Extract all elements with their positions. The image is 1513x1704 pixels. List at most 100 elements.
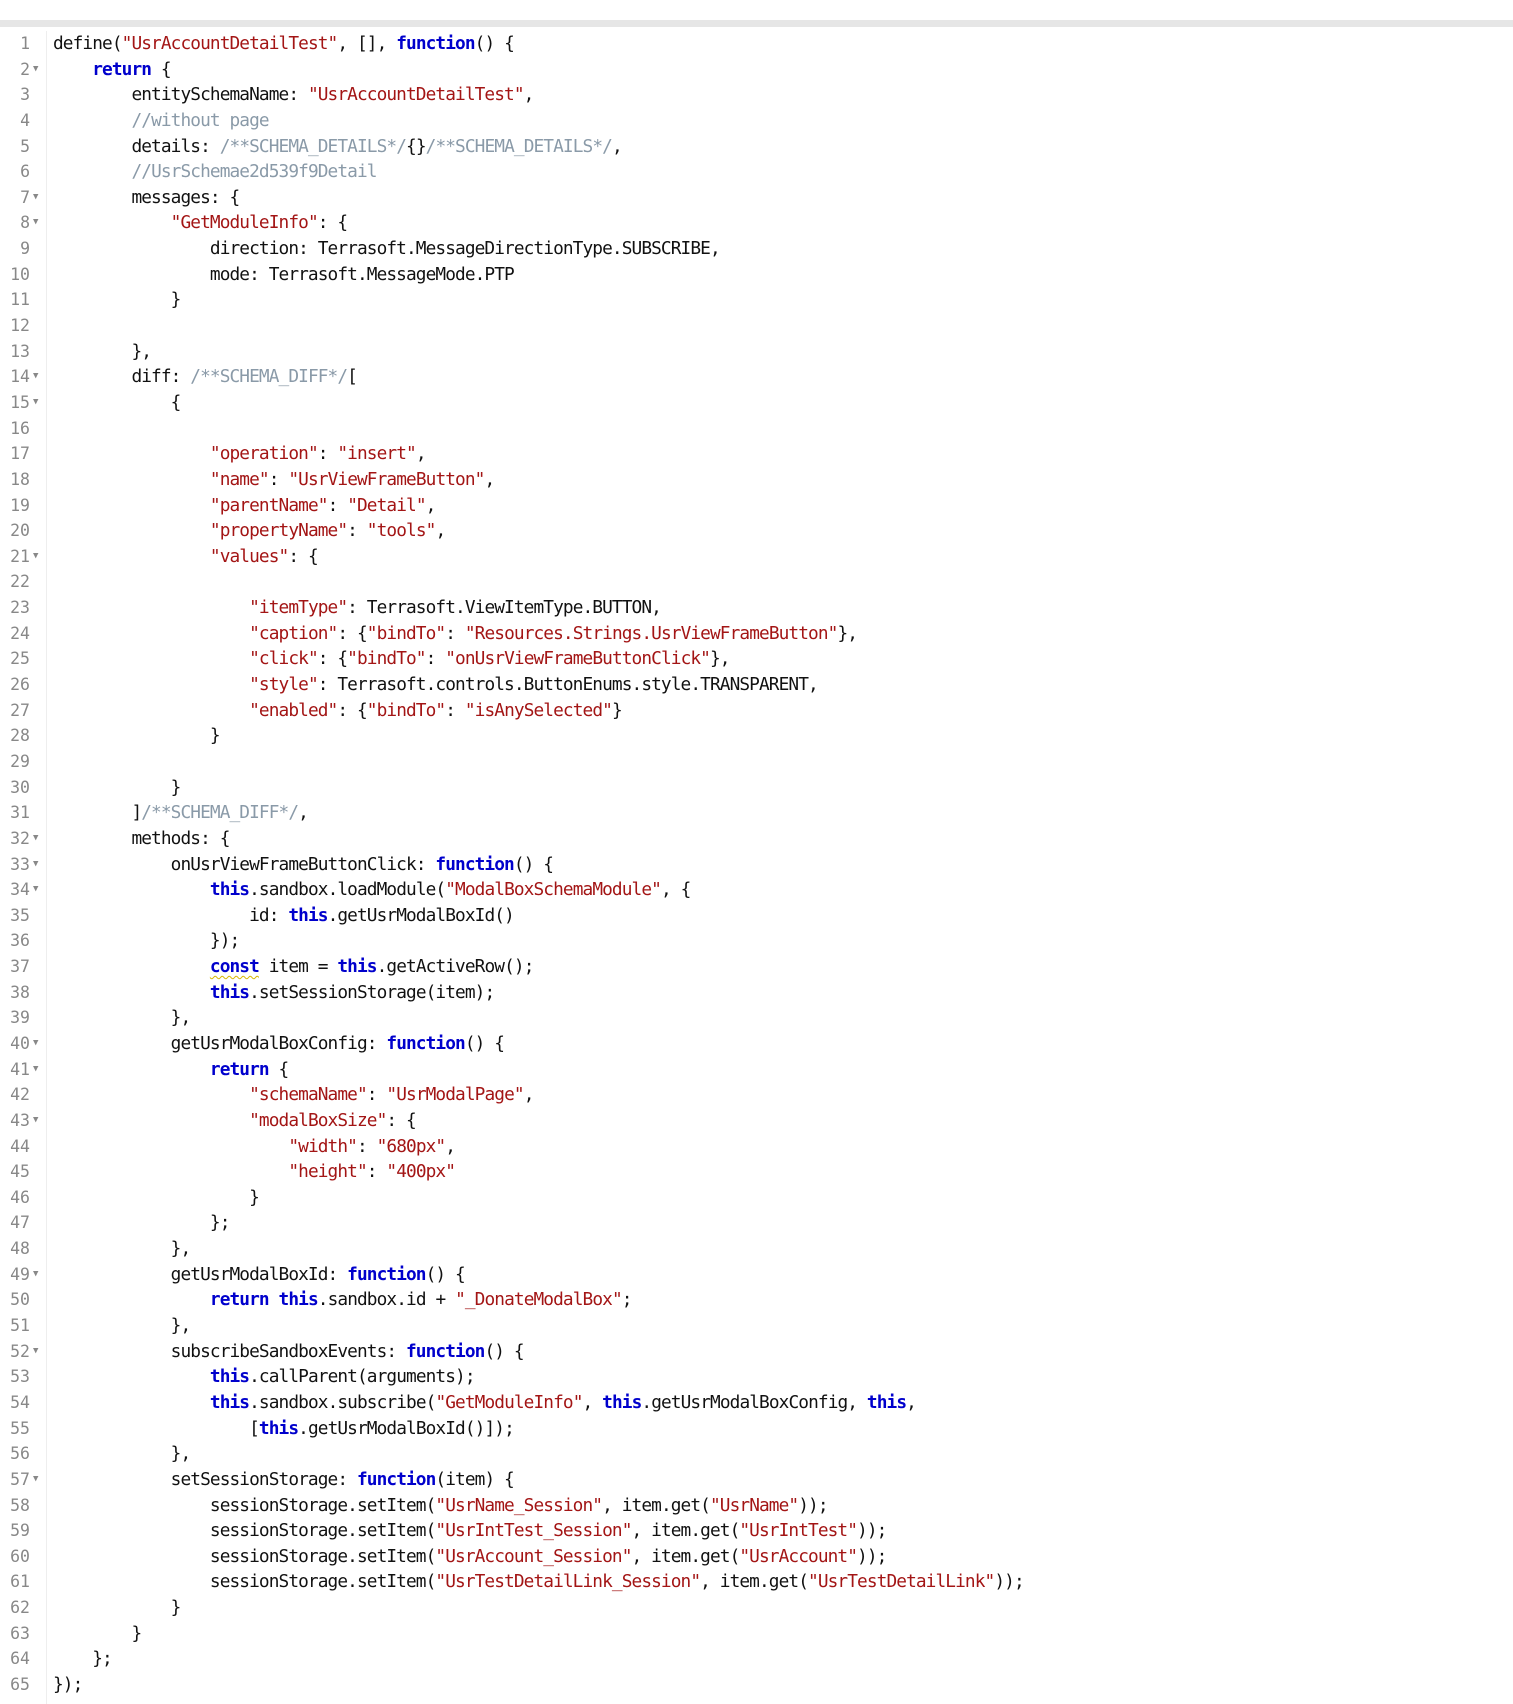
code-text: }, (53, 1443, 192, 1465)
code-line[interactable]: 53 this.callParent(arguments); (0, 1364, 1513, 1390)
code-line[interactable]: 46 } (0, 1185, 1513, 1211)
code-line[interactable]: 60 sessionStorage.setItem("UsrAccount_Se… (0, 1544, 1513, 1570)
code-line[interactable]: 22 (0, 569, 1513, 595)
code-line[interactable]: 29 (0, 749, 1513, 775)
code-line[interactable]: 43 ▼ "modalBoxSize": { (0, 1108, 1513, 1134)
code-line[interactable]: 40 ▼ getUsrModalBoxConfig: function() { (0, 1031, 1513, 1057)
code-content: ]/**SCHEMA_DIFF*/, (53, 800, 308, 826)
code-line[interactable]: 52 ▼ subscribeSandboxEvents: function() { (0, 1339, 1513, 1365)
code-line[interactable]: 64 }; (0, 1646, 1513, 1672)
string-token: "style" (249, 674, 319, 696)
code-line[interactable]: 44 "width": "680px", (0, 1134, 1513, 1160)
code-line[interactable]: 36 }); (0, 928, 1513, 954)
fold-arrow-icon[interactable]: ▼ (33, 390, 43, 416)
code-line[interactable]: 47 }; (0, 1210, 1513, 1236)
code-content: setSessionStorage: function(item) { (53, 1467, 515, 1493)
code-line[interactable]: 3 entitySchemaName: "UsrAccountDetailTes… (0, 82, 1513, 108)
string-token: "400px" (386, 1161, 456, 1183)
code-line[interactable]: 34 ▼ this.sandbox.loadModule("ModalBoxSch… (0, 877, 1513, 903)
code-line[interactable]: 62 } (0, 1595, 1513, 1621)
code-line[interactable]: 56 }, (0, 1441, 1513, 1467)
code-text: , { (660, 879, 691, 901)
fold-arrow-icon[interactable]: ▼ (33, 1467, 43, 1493)
code-line[interactable]: 6 //UsrSchemae2d539f9Detail (0, 159, 1513, 185)
code-line[interactable]: 45 "height": "400px" (0, 1159, 1513, 1185)
code-line[interactable]: 50 return this.sandbox.id + "_DonateModa… (0, 1287, 1513, 1313)
code-line[interactable]: 41 ▼ return { (0, 1057, 1513, 1083)
code-line[interactable]: 38 this.setSessionStorage(item); (0, 980, 1513, 1006)
code-line[interactable]: 27 "enabled": {"bindTo": "isAnySelected"… (0, 698, 1513, 724)
code-line[interactable]: 28 } (0, 723, 1513, 749)
code-line[interactable]: 20 "propertyName": "tools", (0, 518, 1513, 544)
code-content: sessionStorage.setItem("UsrIntTest_Sessi… (53, 1518, 888, 1544)
code-line[interactable]: 14 ▼ diff: /**SCHEMA_DIFF*/[ (0, 364, 1513, 390)
fold-arrow-icon[interactable]: ▼ (33, 57, 43, 83)
code-line[interactable]: 49 ▼ getUsrModalBoxId: function() { (0, 1262, 1513, 1288)
code-line[interactable]: 58 sessionStorage.setItem("UsrName_Sessi… (0, 1493, 1513, 1519)
fold-arrow-icon[interactable]: ▼ (33, 1339, 43, 1365)
fold-arrow-icon[interactable]: ▼ (33, 852, 43, 878)
code-line[interactable]: 65}); (0, 1672, 1513, 1698)
code-text: entitySchemaName: (53, 84, 308, 106)
code-line[interactable]: 17 "operation": "insert", (0, 441, 1513, 467)
code-line[interactable]: 5 details: /**SCHEMA_DETAILS*/{}/**SCHEM… (0, 134, 1513, 160)
code-line[interactable]: 19 "parentName": "Detail", (0, 493, 1513, 519)
code-line[interactable]: 21 ▼ "values": { (0, 544, 1513, 570)
code-text: : (347, 520, 367, 542)
code-line[interactable]: 54 this.sandbox.subscribe("GetModuleInfo… (0, 1390, 1513, 1416)
code-line[interactable]: 18 "name": "UsrViewFrameButton", (0, 467, 1513, 493)
fold-arrow-icon[interactable]: ▼ (33, 364, 43, 390)
code-line[interactable]: 25 "click": {"bindTo": "onUsrViewFrameBu… (0, 646, 1513, 672)
line-number: 44 (10, 1136, 30, 1156)
code-line[interactable]: 59 sessionStorage.setItem("UsrIntTest_Se… (0, 1518, 1513, 1544)
code-line[interactable]: 31 ]/**SCHEMA_DIFF*/, (0, 800, 1513, 826)
fold-arrow-icon[interactable]: ▼ (33, 826, 43, 852)
code-line[interactable]: 15 ▼ { (0, 390, 1513, 416)
code-line[interactable]: 24 "caption": {"bindTo": "Resources.Stri… (0, 621, 1513, 647)
code-line[interactable]: 48 }, (0, 1236, 1513, 1262)
code-line[interactable]: 2 ▼ return { (0, 57, 1513, 83)
code-line[interactable]: 51 }, (0, 1313, 1513, 1339)
code-line[interactable]: 9 direction: Terrasoft.MessageDirectionT… (0, 236, 1513, 262)
fold-arrow-icon[interactable]: ▼ (33, 210, 43, 236)
code-line[interactable]: 35 id: this.getUsrModalBoxId() (0, 903, 1513, 929)
fold-arrow-icon[interactable]: ▼ (33, 1057, 43, 1083)
code-line[interactable]: 4 //without page (0, 108, 1513, 134)
code-line[interactable]: 8 ▼ "GetModuleInfo": { (0, 210, 1513, 236)
code-line[interactable]: 55 [this.getUsrModalBoxId()]); (0, 1416, 1513, 1442)
code-line[interactable]: 37 const item = this.getActiveRow(); (0, 954, 1513, 980)
fold-arrow-icon[interactable]: ▼ (33, 1031, 43, 1057)
code-line[interactable]: 61 sessionStorage.setItem("UsrTestDetail… (0, 1569, 1513, 1595)
code-editor[interactable]: 1 define("UsrAccountDetailTest", [], func… (0, 31, 1513, 1698)
line-number: 24 (10, 623, 30, 643)
code-line[interactable]: 39 }, (0, 1005, 1513, 1031)
fold-arrow-icon[interactable]: ▼ (33, 1262, 43, 1288)
fold-arrow-icon[interactable]: ▼ (33, 877, 43, 903)
code-line[interactable]: 32 ▼ methods: { (0, 826, 1513, 852)
code-line[interactable]: 1 define("UsrAccountDetailTest", [], func… (0, 31, 1513, 57)
code-line[interactable]: 10 mode: Terrasoft.MessageMode.PTP (0, 262, 1513, 288)
code-line[interactable]: 42 "schemaName": "UsrModalPage", (0, 1082, 1513, 1108)
code-line[interactable]: 33 ▼ onUsrViewFrameButtonClick: function(… (0, 852, 1513, 878)
fold-arrow-icon[interactable]: ▼ (33, 185, 43, 211)
code-line[interactable]: 30 } (0, 775, 1513, 801)
code-line[interactable]: 7 ▼ messages: { (0, 185, 1513, 211)
line-number: 20 (10, 521, 30, 541)
code-line[interactable]: 11 } (0, 287, 1513, 313)
code-line[interactable]: 12 (0, 313, 1513, 339)
code-line[interactable]: 26 "style": Terrasoft.controls.ButtonEnu… (0, 672, 1513, 698)
code-content: }, (53, 1005, 192, 1031)
string-token: "enabled" (249, 699, 338, 721)
fold-arrow-icon[interactable]: ▼ (33, 544, 43, 570)
code-content: direction: Terrasoft.MessageDirectionTyp… (53, 236, 721, 262)
code-line[interactable]: 23 "itemType": Terrasoft.ViewItemType.BU… (0, 595, 1513, 621)
keyword-token: function (386, 1032, 465, 1054)
code-line[interactable]: 13 }, (0, 339, 1513, 365)
fold-arrow-icon[interactable]: ▼ (33, 1108, 43, 1134)
code-line[interactable]: 57 ▼ setSessionStorage: function(item) { (0, 1467, 1513, 1493)
code-line[interactable]: 63 } (0, 1621, 1513, 1647)
code-text: .getUsrModalBoxId() (327, 904, 515, 926)
code-line[interactable]: 16 (0, 416, 1513, 442)
